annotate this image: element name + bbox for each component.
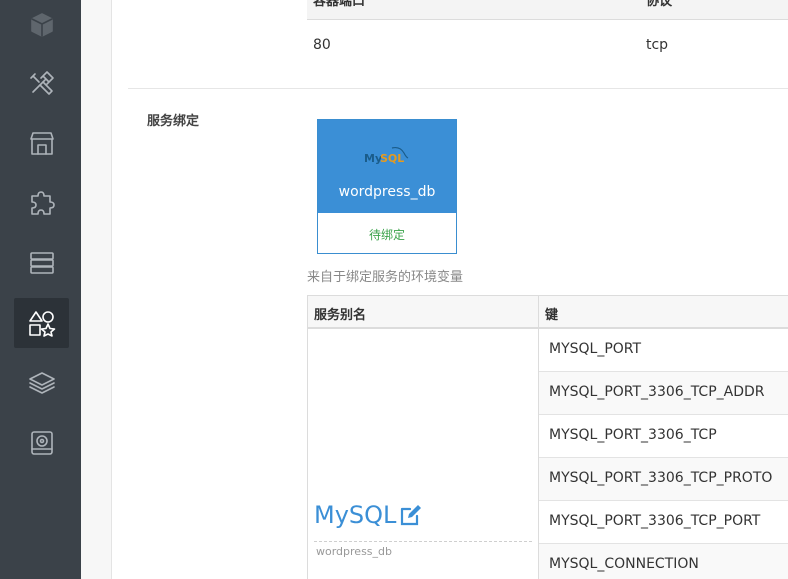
- sidebar-item-tools[interactable]: [14, 58, 69, 108]
- env-table-header: 服务别名 键: [308, 296, 788, 329]
- env-caption: 来自于绑定服务的环境变量: [307, 270, 464, 285]
- env-col-alias: 服务别名: [314, 308, 367, 323]
- layers-icon: [28, 372, 55, 394]
- store-icon: [29, 132, 54, 155]
- ports-col-protocol: 协议: [646, 0, 673, 9]
- table-row: 80 tcp: [307, 20, 788, 68]
- env-key: MYSQL_PORT_3306_TCP_ADDR: [549, 384, 765, 400]
- service-card-name: wordpress_db: [338, 184, 436, 200]
- table-row: MYSQL_CONNECTION: [539, 544, 788, 579]
- service-card-status: 待绑定: [368, 228, 405, 242]
- env-key: MYSQL_PORT_3306_TCP: [549, 427, 717, 443]
- sidebar-item-puzzle[interactable]: [14, 178, 69, 228]
- alias-name-text: MySQL: [314, 501, 397, 529]
- server-icon: [29, 252, 54, 274]
- table-row: MYSQL_PORT_3306_TCP: [539, 415, 788, 458]
- tools-icon: [29, 71, 54, 95]
- section-divider: [128, 88, 788, 89]
- env-table: 服务别名 键 MySQL wordpress_db MYSQL_PORT MYS…: [307, 295, 788, 579]
- sidebar-item-cube[interactable]: [14, 0, 69, 50]
- alias-cell: MySQL wordpress_db: [308, 329, 538, 579]
- env-col-key: 键: [545, 308, 559, 323]
- content-gutter: [81, 0, 112, 579]
- table-row: MYSQL_PORT_3306_TCP_ADDR: [539, 372, 788, 415]
- service-card-wordpress-db[interactable]: My SQL wordpress_db 待绑定: [317, 119, 457, 254]
- sidebar-item-disk[interactable]: [14, 418, 69, 468]
- puzzle-icon: [30, 191, 55, 215]
- sidebar-item-services[interactable]: [14, 298, 69, 348]
- main-content: 容器端口 协议 80 tcp 服务绑定 My SQL wordpress_db …: [112, 0, 788, 579]
- alias-service-name: wordpress_db: [316, 545, 392, 558]
- sidebar: [0, 0, 81, 579]
- table-row: MYSQL_PORT_3306_TCP_PORT: [539, 501, 788, 544]
- disk-icon: [30, 431, 53, 455]
- sidebar-item-layers[interactable]: [14, 358, 69, 408]
- table-row: MYSQL_PORT: [539, 329, 788, 372]
- section-label-binding: 服务绑定: [147, 114, 200, 129]
- mysql-logo-icon: My SQL: [364, 146, 409, 165]
- alias-divider: [314, 541, 532, 542]
- protocol-value: tcp: [646, 37, 669, 53]
- ports-col-port: 容器端口: [313, 0, 366, 9]
- edit-icon[interactable]: [398, 503, 424, 527]
- port-value: 80: [313, 37, 331, 53]
- shapes-icon: [28, 311, 55, 337]
- sidebar-item-store[interactable]: [14, 118, 69, 168]
- env-key: MYSQL_CONNECTION: [549, 556, 699, 572]
- env-key: MYSQL_PORT: [549, 341, 642, 357]
- env-key: MYSQL_PORT_3306_TCP_PORT: [549, 513, 761, 529]
- alias-name[interactable]: MySQL: [314, 501, 424, 529]
- svg-text:SQL: SQL: [380, 152, 404, 165]
- ports-table-header: 容器端口 协议: [307, 0, 788, 20]
- cube-icon: [30, 13, 53, 37]
- env-key: MYSQL_PORT_3306_TCP_PROTO: [549, 470, 773, 486]
- sidebar-item-server[interactable]: [14, 238, 69, 288]
- service-card-header: My SQL wordpress_db: [318, 120, 456, 213]
- table-row: MYSQL_PORT_3306_TCP_PROTO: [539, 458, 788, 501]
